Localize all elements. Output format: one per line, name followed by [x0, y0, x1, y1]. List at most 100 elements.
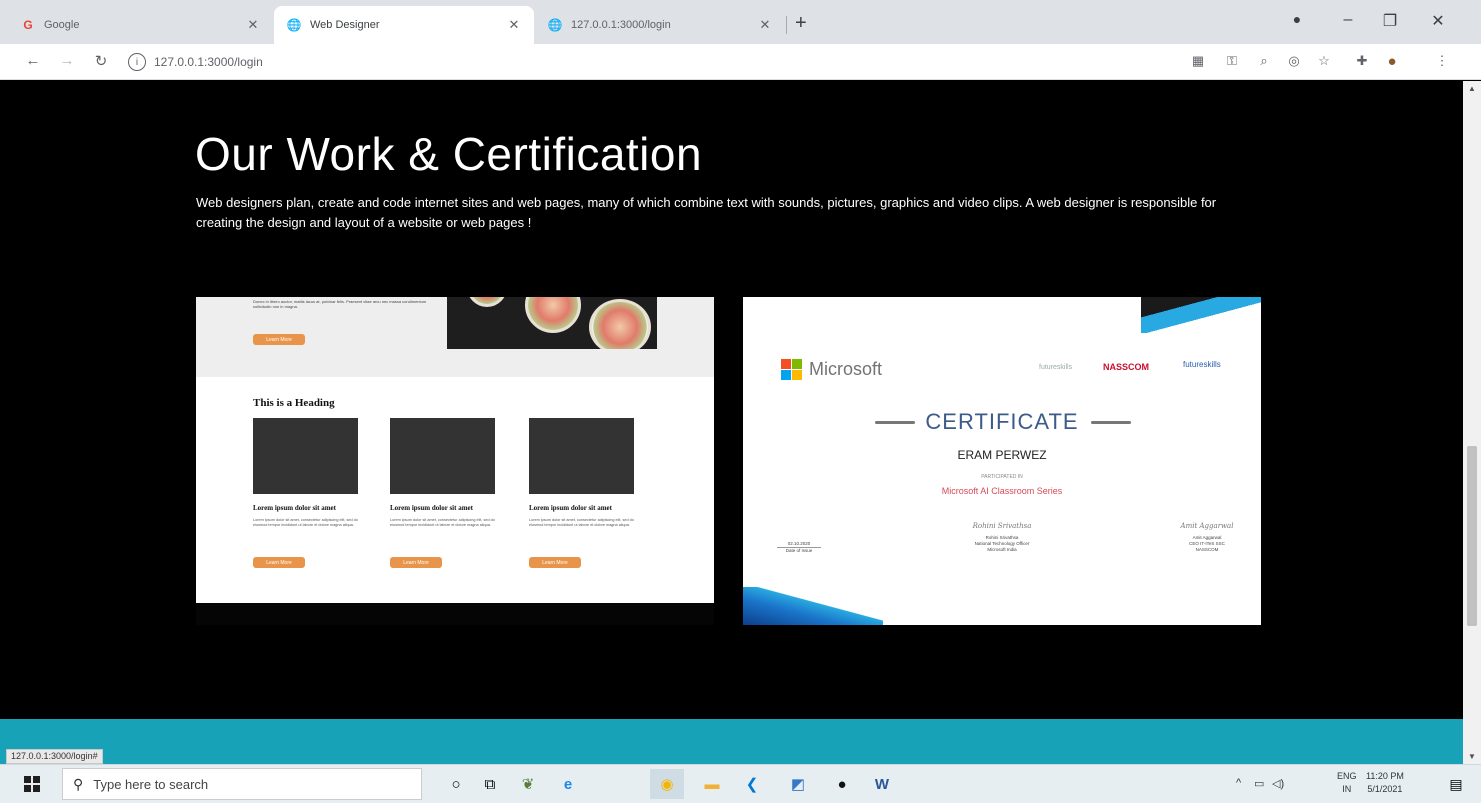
recipient-name: ERAM PERWEZ: [957, 448, 1047, 462]
tab-title: Web Designer: [310, 19, 380, 31]
work-sample-footer: [196, 603, 714, 625]
certificate-title: CERTIFICATE: [925, 409, 1079, 434]
microsoft-squares-icon: [781, 359, 802, 380]
item-title: Lorem ipsum dolor sit amet: [390, 504, 473, 512]
signature-block: Rohini Srivathsa Rohini Srivathsa Nation…: [939, 523, 1065, 553]
word-icon[interactable]: W: [870, 773, 894, 795]
page-title: Our Work & Certification: [195, 128, 703, 180]
page-viewport: Our Work & Certification Web designers p…: [0, 81, 1463, 764]
teal-section-band: [0, 719, 1463, 764]
learn-more-button[interactable]: Learn More: [253, 557, 305, 568]
close-window-button[interactable]: ✕: [1424, 11, 1452, 31]
signature-block: Amit Aggarwal Amit Aggarwal CEO IT-ITeS …: [1167, 523, 1247, 553]
partner-logo: futureskills: [1183, 360, 1221, 369]
hero-learn-more-button[interactable]: Learn More: [253, 334, 305, 345]
learn-more-button[interactable]: Learn More: [390, 557, 442, 568]
plate-image: [467, 297, 507, 307]
tab-web-designer[interactable]: 🌐 Web Designer ✕: [274, 6, 534, 44]
address-bar[interactable]: i 127.0.0.1:3000/login: [128, 50, 1178, 74]
close-tab-icon[interactable]: ✕: [245, 17, 261, 33]
scroll-down-arrow-icon[interactable]: ▼: [1463, 752, 1481, 761]
item-text: Lorem ipsum dolor sit amet, consectetur …: [390, 518, 495, 527]
item-text: Lorem ipsum dolor sit amet, consectetur …: [253, 518, 358, 527]
globe-icon: 🌐: [286, 18, 302, 32]
tab-google[interactable]: G Google ✕: [8, 6, 273, 44]
chrome-icon[interactable]: ◉: [650, 769, 684, 799]
file-explorer-icon[interactable]: ▬: [700, 773, 724, 795]
cortana-icon[interactable]: ○: [444, 773, 468, 795]
tab-login[interactable]: 🌐 127.0.0.1:3000/login ✕: [535, 6, 785, 44]
restore-button[interactable]: ❐: [1376, 11, 1404, 31]
issue-date-label: Date of Issue: [785, 548, 813, 553]
profile-icon[interactable]: ●: [1283, 11, 1311, 27]
page-description: Web designers plan, create and code inte…: [196, 195, 1217, 230]
globe-icon: 🌐: [547, 18, 563, 32]
info-icon[interactable]: i: [128, 53, 146, 71]
edge-icon[interactable]: e: [556, 773, 580, 795]
close-tab-icon[interactable]: ✕: [757, 17, 773, 33]
chevron-up-icon[interactable]: ^: [1236, 777, 1241, 789]
signer-org: NASSCOM: [1195, 547, 1219, 552]
app-icon[interactable]: ◩: [786, 773, 810, 795]
clock-time: 11:20 PM: [1366, 771, 1404, 781]
url-text: 127.0.0.1:3000/login: [154, 55, 263, 69]
learn-more-button[interactable]: Learn More: [529, 557, 581, 568]
scroll-up-arrow-icon[interactable]: ▲: [1463, 84, 1481, 93]
hero-text: Donec in libero auctor, mattis lacus at,…: [253, 299, 427, 309]
certificate-top-decoration: [1141, 297, 1261, 333]
signature: Rohini Srivathsa: [972, 522, 1032, 530]
microsoft-logo: Microsoft: [781, 359, 882, 380]
tab-title: 127.0.0.1:3000/login: [571, 19, 671, 31]
bookmark-star-icon[interactable]: ☆: [1314, 53, 1334, 69]
notifications-icon[interactable]: ▤: [1444, 773, 1468, 795]
hidden-eye-icon[interactable]: ◎: [1284, 53, 1304, 69]
browser-toolbar: ← → ↻ i 127.0.0.1:3000/login ▦ ⚿ ⌕ ◎ ☆ ✚…: [0, 44, 1481, 80]
search-icon: ⚲: [73, 775, 84, 792]
region-code: IN: [1342, 784, 1352, 794]
page-scrollbar[interactable]: ▲ ▼: [1463, 81, 1481, 764]
placeholder-image: [529, 418, 634, 494]
minimize-button[interactable]: –: [1334, 11, 1362, 29]
zoom-icon[interactable]: ⌕: [1254, 53, 1274, 69]
language-indicator[interactable]: ENG IN: [1337, 770, 1357, 796]
work-sample-card[interactable]: Donec in libero auctor, mattis lacus at,…: [196, 297, 714, 625]
network-icon[interactable]: ▭: [1254, 777, 1264, 790]
plate-image: [589, 299, 651, 349]
work-sample-heading: This is a Heading: [253, 397, 335, 409]
windows-start-icon[interactable]: [24, 776, 40, 792]
title-divider: [1091, 421, 1131, 424]
participated-label: PARTICIPATED IN: [981, 474, 1023, 480]
qr-code-icon[interactable]: ▦: [1188, 53, 1208, 69]
partner-logo: futureskills: [1039, 364, 1073, 371]
extensions-icon[interactable]: ✚: [1352, 53, 1372, 69]
back-button[interactable]: ←: [22, 52, 44, 69]
taskbar-search-input[interactable]: ⚲ Type here to search: [62, 768, 422, 800]
vscode-icon[interactable]: ❮: [740, 773, 764, 795]
certificate-card[interactable]: Microsoft futureskills NASSCOM futureski…: [743, 297, 1261, 625]
task-view-icon[interactable]: ⧉: [478, 773, 502, 795]
item-title: Lorem ipsum dolor sit amet: [253, 504, 336, 512]
key-icon[interactable]: ⚿: [1222, 53, 1242, 69]
scrollbar-thumb[interactable]: [1467, 446, 1477, 626]
placeholder-image: [253, 418, 358, 494]
browser-tab-strip: G Google ✕ 🌐 Web Designer ✕ 🌐 127.0.0.1:…: [0, 0, 1481, 44]
tab-title: Google: [44, 19, 80, 31]
nasscom-logo: NASSCOM: [1103, 362, 1150, 372]
forward-button[interactable]: →: [56, 52, 78, 69]
placeholder-image: [390, 418, 495, 494]
avatar[interactable]: ●: [1382, 53, 1402, 70]
clock[interactable]: 11:20 PM 5/1/2021: [1366, 770, 1404, 796]
app-icon[interactable]: ●: [830, 773, 854, 795]
issue-date: 02.10.2020: [777, 541, 821, 548]
search-placeholder: Type here to search: [93, 776, 209, 792]
plate-image: [525, 297, 581, 333]
signature: Amit Aggarwal: [1180, 522, 1234, 530]
tab-separator: [786, 16, 787, 34]
program-name: Microsoft AI Classroom Series: [941, 486, 1063, 496]
menu-icon[interactable]: ⋮: [1432, 53, 1452, 69]
volume-icon[interactable]: ◁): [1272, 777, 1284, 790]
reload-button[interactable]: ↻: [90, 52, 112, 70]
close-tab-icon[interactable]: ✕: [506, 17, 522, 33]
new-tab-button[interactable]: +: [795, 13, 807, 33]
app-icon[interactable]: ❦: [516, 773, 540, 795]
